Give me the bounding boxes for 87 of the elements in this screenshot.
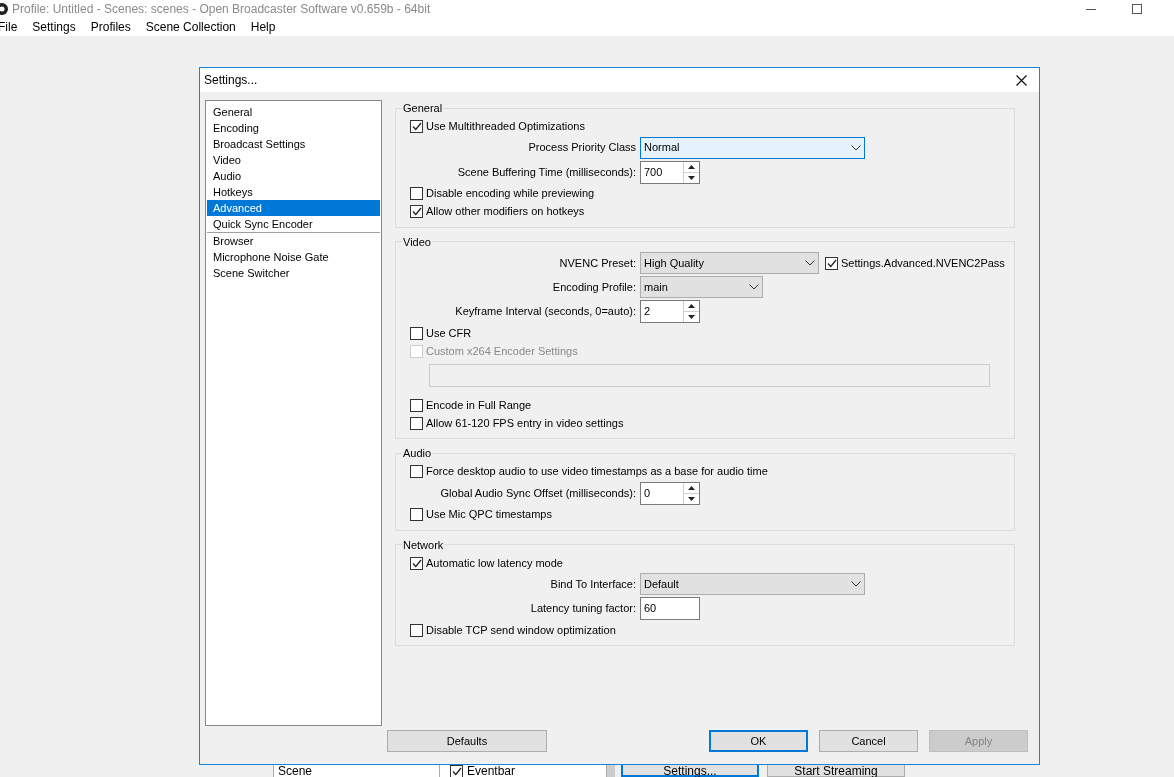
checkbox[interactable]: [825, 256, 838, 270]
check-icon: [451, 766, 462, 776]
chevron-down-icon: [805, 260, 815, 266]
dropdown[interactable]: High Quality: [640, 252, 819, 274]
checkbox-label: Disable TCP send window optimization: [426, 622, 616, 638]
dialog-button[interactable]: Defaults: [387, 730, 547, 752]
down-arrow-icon: [688, 315, 695, 319]
checkbox-label: Settings.Advanced.NVENC2Pass: [841, 255, 1005, 271]
chevron-down-icon: [851, 581, 861, 587]
list-item[interactable]: Scene: [273, 765, 440, 777]
spin-field[interactable]: 0: [640, 481, 700, 505]
check-icon: [826, 258, 837, 268]
field-label: Process Priority Class: [527, 140, 637, 156]
dropdown[interactable]: main: [640, 276, 763, 298]
checkbox[interactable]: [410, 326, 423, 340]
checkbox[interactable]: [410, 187, 423, 200]
group-title: Audio: [402, 446, 433, 461]
scrollbar[interactable]: [607, 765, 615, 777]
start-streaming-button[interactable]: Start Streaming: [767, 765, 905, 777]
list-item[interactable]: Eventbar: [467, 765, 516, 777]
group-title: Network: [402, 537, 445, 553]
spin-field[interactable]: 700: [640, 160, 700, 184]
checkbox[interactable]: [410, 623, 423, 637]
checkbox-label: Force desktop audio to use video timestamps as a base for audio time: [426, 464, 768, 480]
input-field[interactable]: 60: [640, 597, 700, 620]
category-item[interactable]: Encoding: [207, 120, 380, 136]
checkbox-label: Use Mic QPC timestamps: [426, 507, 552, 523]
checkbox[interactable]: [410, 120, 423, 133]
dropdown[interactable]: Default: [640, 573, 865, 595]
category-item[interactable]: Broadcast Settings: [207, 136, 380, 152]
menu-item[interactable]: Profiles: [90, 18, 131, 36]
check-icon: [411, 207, 422, 216]
field-label: Latency tuning factor:: [529, 601, 637, 617]
chevron-down-icon: [851, 144, 861, 151]
category-item[interactable]: General: [207, 104, 380, 120]
spin-field[interactable]: 2: [640, 300, 700, 323]
menu-item[interactable]: Settings: [32, 18, 76, 36]
down-arrow-icon: [688, 175, 695, 180]
checkbox-label: Custom x264 Encoder Settings: [426, 343, 578, 359]
up-arrow-icon: [688, 164, 695, 169]
category-item[interactable]: Hotkeys: [207, 184, 380, 200]
dialog-button[interactable]: OK: [709, 730, 808, 752]
checkbox[interactable]: [410, 465, 423, 478]
category-item[interactable]: Scene Switcher: [207, 265, 380, 281]
checkbox[interactable]: [410, 416, 423, 430]
group-title: General: [402, 101, 444, 116]
category-item[interactable]: Microphone Noise Gate: [207, 249, 380, 265]
checkbox-label: Use CFR: [426, 325, 472, 341]
checkbox[interactable]: [410, 205, 423, 218]
checkbox-label: Automatic low latency mode: [426, 555, 563, 571]
up-arrow-icon: [688, 304, 695, 308]
category-item[interactable]: Browser: [207, 233, 380, 249]
category-item[interactable]: Video: [207, 152, 380, 168]
field-label: Encoding Profile:: [551, 279, 637, 295]
menu-item[interactable]: Help: [250, 18, 276, 36]
category-item[interactable]: Advanced: [207, 200, 380, 216]
maximize-icon: [1132, 4, 1142, 14]
dropdown[interactable]: Normal: [640, 136, 865, 159]
minimize-icon: [1086, 8, 1096, 10]
chevron-down-icon: [749, 284, 759, 290]
checkbox-label: Encode in Full Range: [426, 397, 532, 413]
group-title: Video: [402, 234, 432, 250]
checkbox-label: Allow 61-120 FPS entry in video settings: [426, 415, 624, 431]
field-label: Global Audio Sync Offset (milliseconds):: [439, 485, 637, 501]
field-label: Bind To Interface:: [549, 576, 637, 592]
field-label: Keyframe Interval (seconds, 0=auto):: [454, 304, 637, 320]
up-arrow-icon: [688, 485, 695, 490]
field-label: Scene Buffering Time (milliseconds):: [456, 164, 637, 180]
checkbox-label: Use Multithreaded Optimizations: [426, 119, 585, 135]
category-item[interactable]: Audio: [207, 168, 380, 184]
check-icon: [411, 558, 422, 568]
close-icon[interactable]: [1016, 74, 1027, 86]
menu-item[interactable]: Scene Collection: [145, 18, 236, 36]
category-item[interactable]: Quick Sync Encoder: [207, 216, 380, 232]
checkbox[interactable]: [410, 556, 423, 570]
dialog-button[interactable]: Cancel: [819, 730, 918, 752]
spin-up-button[interactable]: [684, 301, 699, 312]
checkbox-label: Allow other modifiers on hotkeys: [426, 204, 585, 220]
down-arrow-icon: [688, 496, 695, 501]
field-label: NVENC Preset:: [558, 255, 637, 271]
check-icon: [411, 122, 422, 131]
window-title: Profile: Untitled - Scenes: scenes - Open Broadcaster Software v0.659b - 64bit: [12, 1, 431, 18]
checkbox-label: Disable encoding while previewing: [426, 186, 595, 202]
checkbox[interactable]: [410, 398, 423, 412]
dialog-title: Settings...: [204, 72, 258, 89]
checkbox[interactable]: [410, 508, 423, 521]
settings-button[interactable]: Settings...: [621, 765, 759, 777]
